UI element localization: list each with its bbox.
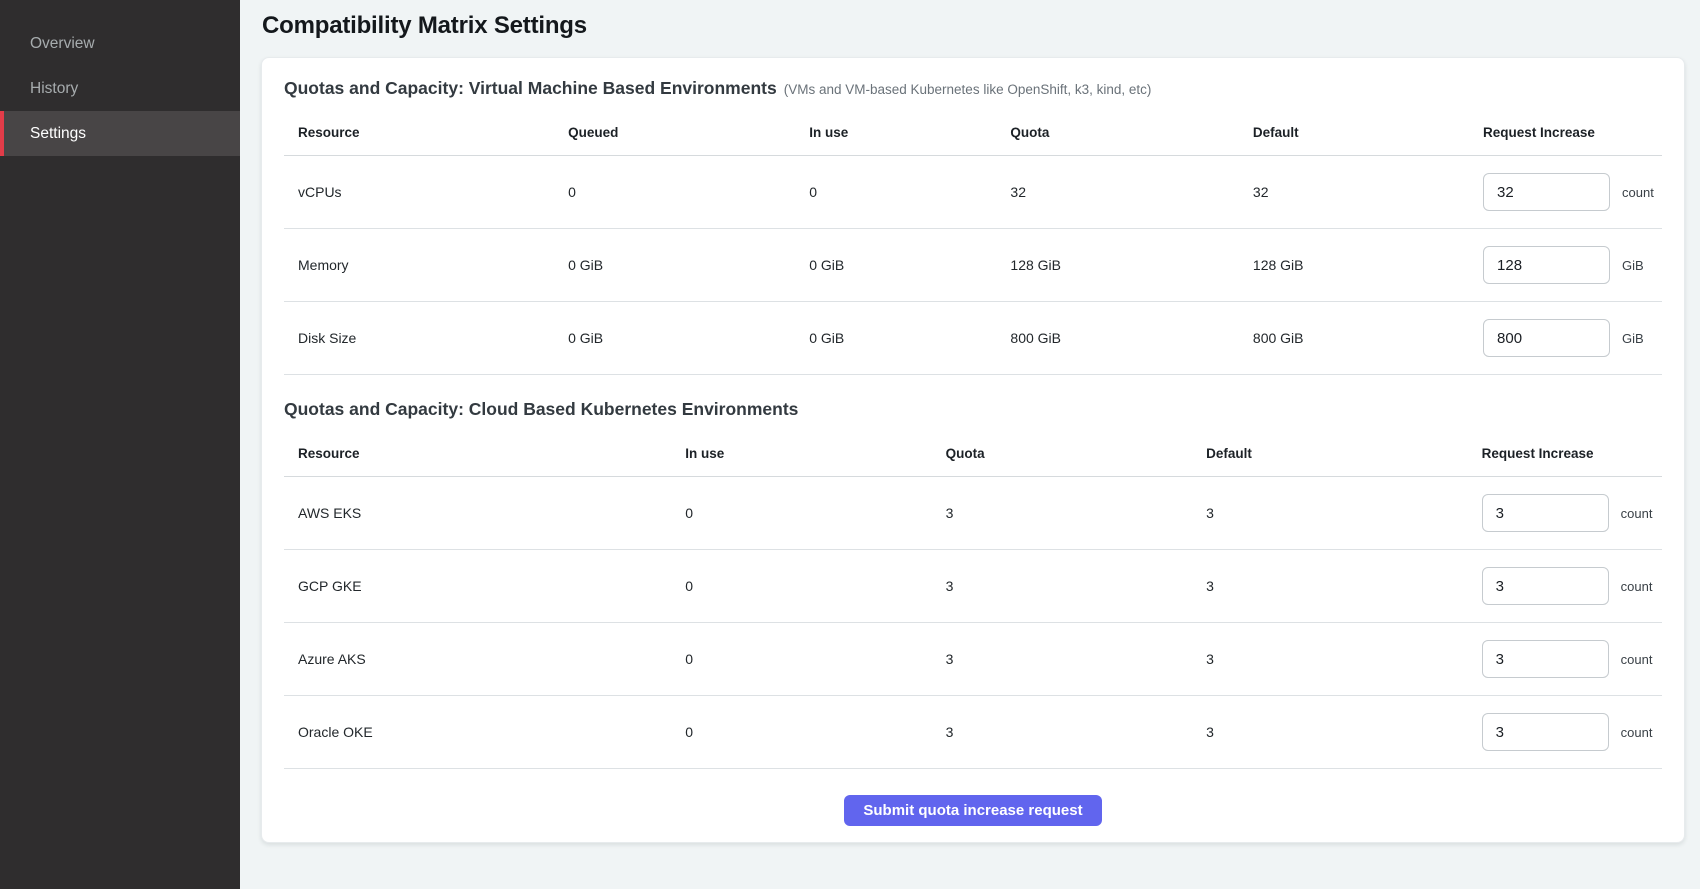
submit-row: Submit quota increase request xyxy=(284,795,1662,826)
quota-table-cloud-kubernetes: ResourceIn useQuotaDefaultRequest Increa… xyxy=(284,432,1662,769)
section-title-text: Quotas and Capacity: Cloud Based Kuberne… xyxy=(284,399,798,419)
column-header-queued: Queued xyxy=(554,125,795,140)
column-header-request-increase: Request Increase xyxy=(1469,125,1662,140)
value-cell: 32 xyxy=(996,184,1239,200)
column-header-quota: Quota xyxy=(932,446,1192,461)
unit-label: count xyxy=(1621,652,1653,667)
value-cell: 0 xyxy=(554,184,795,200)
sidebar: Overview History Settings xyxy=(0,0,240,889)
section-title: Quotas and Capacity: Cloud Based Kuberne… xyxy=(284,399,1662,420)
unit-label: GiB xyxy=(1622,331,1644,346)
request-increase-input-gcp-gke[interactable] xyxy=(1482,567,1609,605)
value-cell: 3 xyxy=(932,578,1192,594)
quota-section-1: Quotas and Capacity: Cloud Based Kuberne… xyxy=(284,399,1662,769)
column-header-in-use: In use xyxy=(795,125,996,140)
submit-quota-button[interactable]: Submit quota increase request xyxy=(844,795,1101,826)
value-cell: 0 xyxy=(671,505,931,521)
request-increase-cell: GiB xyxy=(1469,319,1662,357)
table-row-disk-size: Disk Size0 GiB0 GiB800 GiB800 GiBGiB xyxy=(284,302,1662,375)
value-cell: 128 GiB xyxy=(996,257,1239,273)
table-row-oracle-oke: Oracle OKE033count xyxy=(284,696,1662,769)
sidebar-item-overview[interactable]: Overview xyxy=(0,21,240,66)
request-increase-cell: count xyxy=(1468,640,1662,678)
quota-table-vm-environments: ResourceQueuedIn useQuotaDefaultRequest … xyxy=(284,111,1662,375)
value-cell: 0 xyxy=(671,578,931,594)
request-increase-cell: count xyxy=(1468,494,1662,532)
column-header-resource: Resource xyxy=(284,125,554,140)
request-increase-cell: GiB xyxy=(1469,246,1662,284)
value-cell: 3 xyxy=(932,724,1192,740)
quota-card: Quotas and Capacity: Virtual Machine Bas… xyxy=(261,57,1685,843)
table-header-row: ResourceQueuedIn useQuotaDefaultRequest … xyxy=(284,111,1662,156)
value-cell: 0 xyxy=(671,724,931,740)
value-cell: 3 xyxy=(932,651,1192,667)
sidebar-item-label: History xyxy=(30,80,78,98)
value-cell: 0 GiB xyxy=(554,330,795,346)
table-row-azure-aks: Azure AKS033count xyxy=(284,623,1662,696)
request-increase-input-memory[interactable] xyxy=(1483,246,1610,284)
quota-sections: Quotas and Capacity: Virtual Machine Bas… xyxy=(284,78,1662,769)
quota-section-0: Quotas and Capacity: Virtual Machine Bas… xyxy=(284,78,1662,375)
column-header-default: Default xyxy=(1239,125,1469,140)
request-increase-input-aws-eks[interactable] xyxy=(1482,494,1609,532)
page-title: Compatibility Matrix Settings xyxy=(262,12,1685,40)
column-header-in-use: In use xyxy=(671,446,931,461)
unit-label: GiB xyxy=(1622,258,1644,273)
sidebar-item-label: Overview xyxy=(30,35,95,53)
unit-label: count xyxy=(1621,506,1653,521)
request-increase-input-oracle-oke[interactable] xyxy=(1482,713,1609,751)
value-cell: 0 GiB xyxy=(795,330,996,346)
request-increase-cell: count xyxy=(1469,173,1662,211)
request-increase-input-vcpus[interactable] xyxy=(1483,173,1610,211)
resource-cell: Azure AKS xyxy=(284,651,671,667)
column-header-request-increase: Request Increase xyxy=(1468,446,1662,461)
value-cell: 3 xyxy=(1192,578,1468,594)
section-title: Quotas and Capacity: Virtual Machine Bas… xyxy=(284,78,1662,99)
sidebar-item-history[interactable]: History xyxy=(0,66,240,111)
value-cell: 128 GiB xyxy=(1239,257,1469,273)
column-header-quota: Quota xyxy=(996,125,1239,140)
section-subtitle: (VMs and VM-based Kubernetes like OpenSh… xyxy=(784,82,1152,97)
resource-cell: Memory xyxy=(284,257,554,273)
sidebar-item-settings[interactable]: Settings xyxy=(0,111,240,156)
main-content: Compatibility Matrix Settings Quotas and… xyxy=(240,0,1700,889)
value-cell: 800 GiB xyxy=(996,330,1239,346)
value-cell: 3 xyxy=(1192,505,1468,521)
unit-label: count xyxy=(1621,725,1653,740)
value-cell: 0 xyxy=(671,651,931,667)
value-cell: 800 GiB xyxy=(1239,330,1469,346)
table-row-aws-eks: AWS EKS033count xyxy=(284,477,1662,550)
sidebar-nav: Overview History Settings xyxy=(0,21,240,156)
table-header-row: ResourceIn useQuotaDefaultRequest Increa… xyxy=(284,432,1662,477)
table-row-gcp-gke: GCP GKE033count xyxy=(284,550,1662,623)
resource-cell: Oracle OKE xyxy=(284,724,671,740)
request-increase-input-azure-aks[interactable] xyxy=(1482,640,1609,678)
request-increase-input-disk-size[interactable] xyxy=(1483,319,1610,357)
resource-cell: Disk Size xyxy=(284,330,554,346)
resource-cell: GCP GKE xyxy=(284,578,671,594)
table-row-memory: Memory0 GiB0 GiB128 GiB128 GiBGiB xyxy=(284,229,1662,302)
resource-cell: vCPUs xyxy=(284,184,554,200)
value-cell: 3 xyxy=(932,505,1192,521)
sidebar-item-label: Settings xyxy=(30,125,86,143)
section-title-text: Quotas and Capacity: Virtual Machine Bas… xyxy=(284,78,777,98)
unit-label: count xyxy=(1622,185,1654,200)
request-increase-cell: count xyxy=(1468,713,1662,751)
active-indicator xyxy=(0,111,4,156)
value-cell: 0 xyxy=(795,184,996,200)
value-cell: 3 xyxy=(1192,724,1468,740)
value-cell: 3 xyxy=(1192,651,1468,667)
request-increase-cell: count xyxy=(1468,567,1662,605)
value-cell: 0 GiB xyxy=(554,257,795,273)
table-row-vcpus: vCPUs003232count xyxy=(284,156,1662,229)
value-cell: 32 xyxy=(1239,184,1469,200)
column-header-resource: Resource xyxy=(284,446,671,461)
resource-cell: AWS EKS xyxy=(284,505,671,521)
column-header-default: Default xyxy=(1192,446,1468,461)
unit-label: count xyxy=(1621,579,1653,594)
value-cell: 0 GiB xyxy=(795,257,996,273)
